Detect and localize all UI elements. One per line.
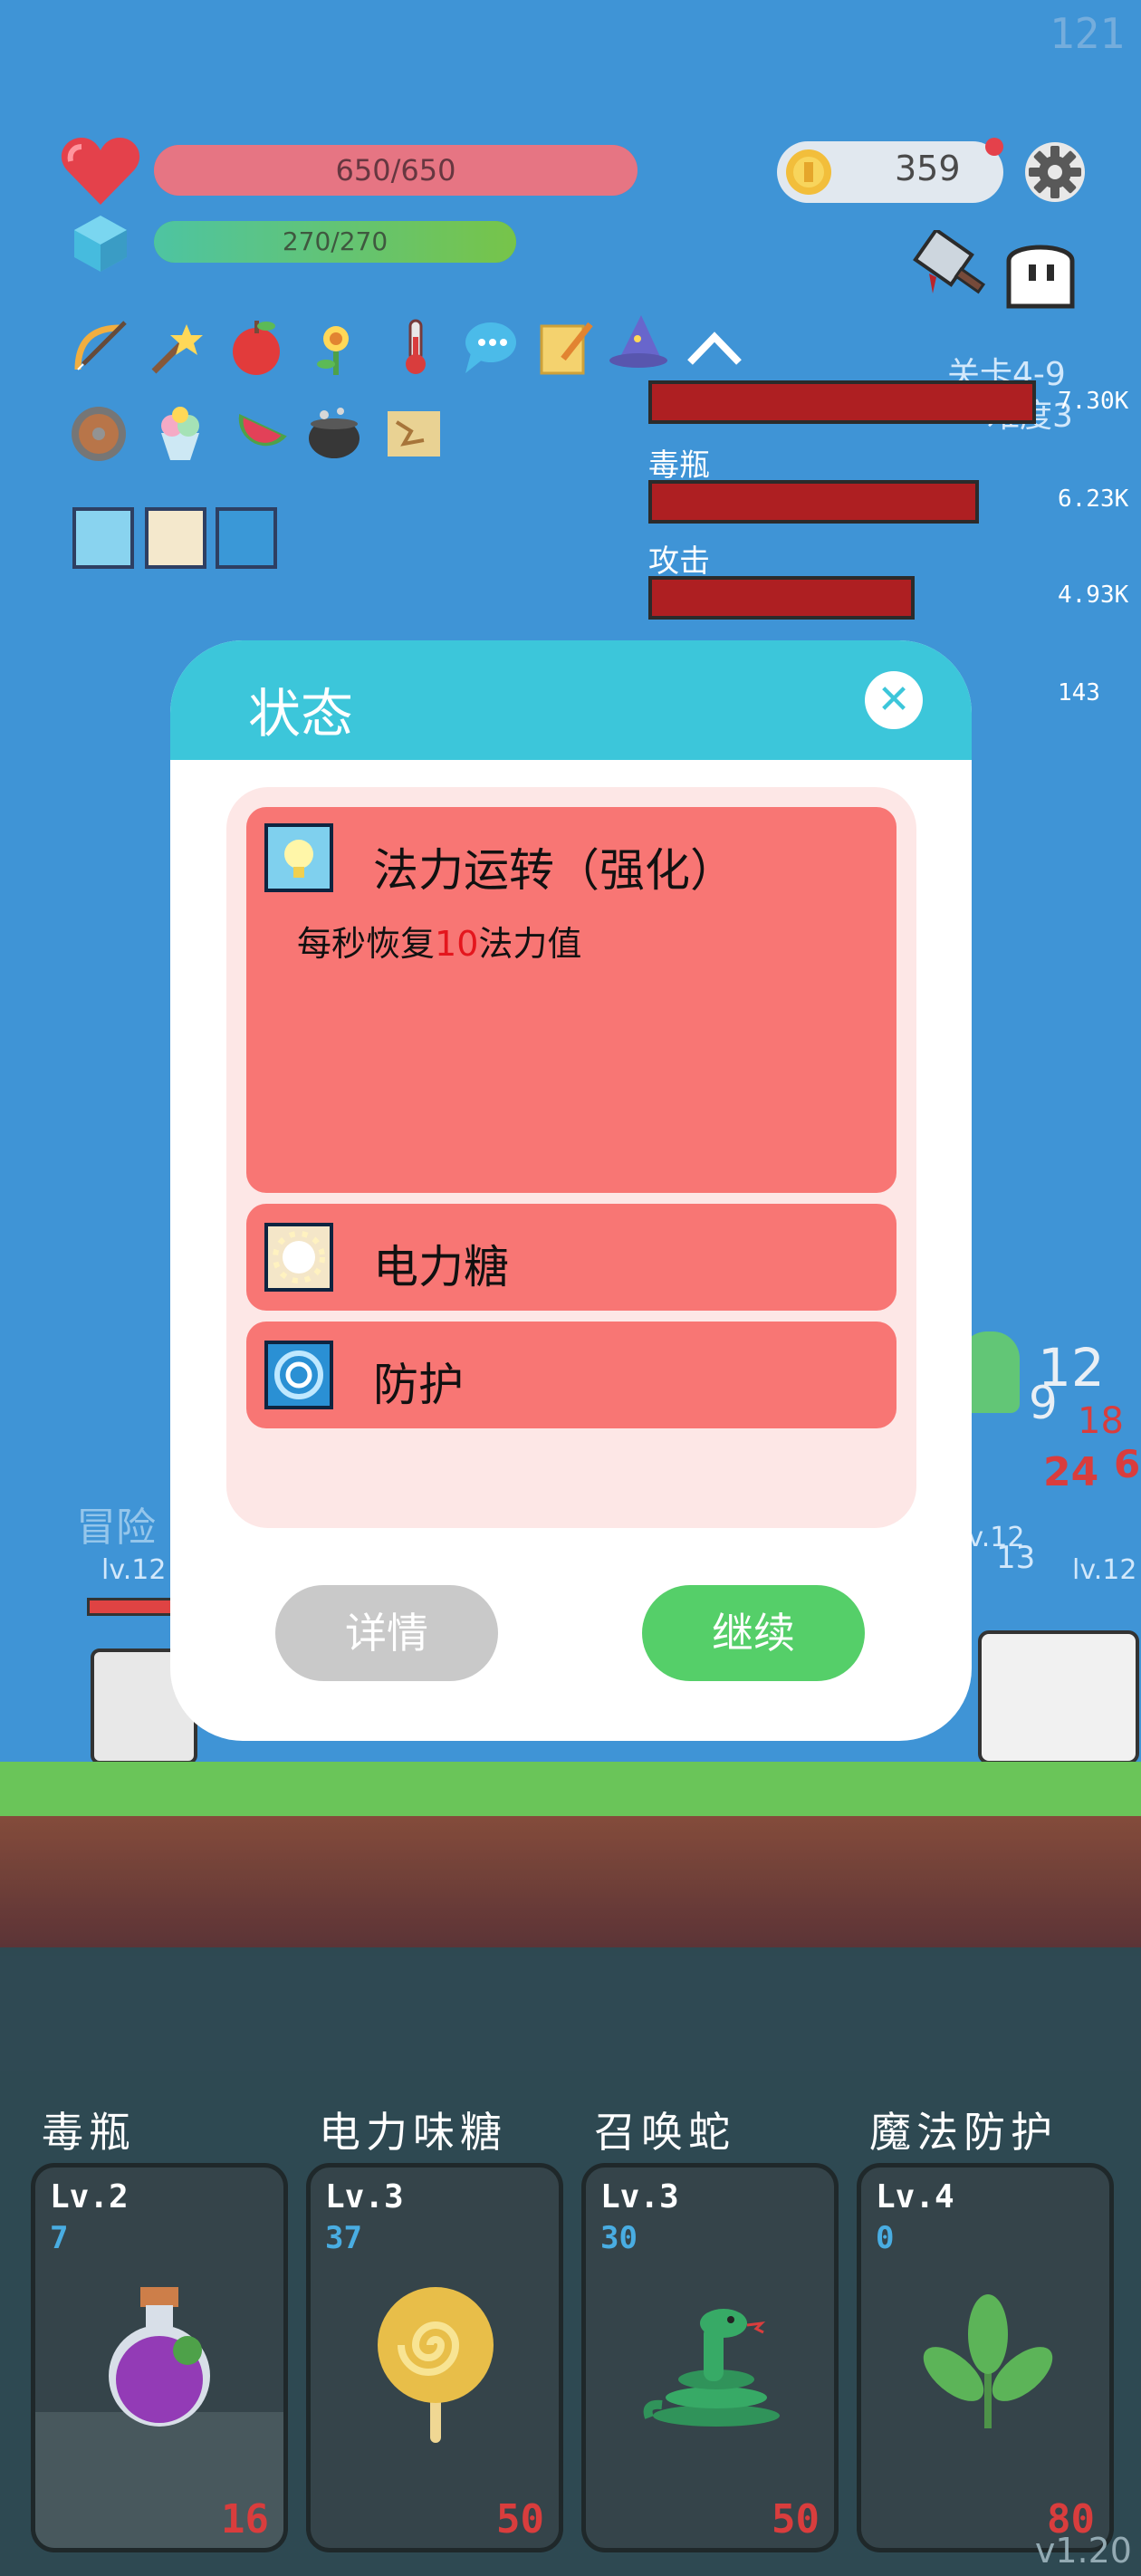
status-item-mana-flow[interactable]: 法力运转（强化） 每秒恢复10法力值	[246, 807, 896, 1193]
status-description: 每秒恢复10法力值	[297, 916, 581, 966]
dialog-header: 状态 ✕	[170, 640, 972, 760]
status-dialog: 状态 ✕ 法力运转（强化） 每秒恢复10法力值 电力糖 防护 详情 继续	[170, 640, 972, 1741]
status-name: 防护	[373, 1359, 464, 1411]
close-button[interactable]: ✕	[865, 671, 923, 729]
close-icon: ✕	[877, 677, 911, 723]
spark-icon	[264, 1223, 333, 1292]
status-name: 法力运转（强化）	[373, 844, 735, 897]
shield-swirl-icon	[264, 1341, 333, 1409]
desc-suffix: 法力值	[478, 924, 582, 964]
status-item-protection[interactable]: 防护	[246, 1322, 896, 1428]
dialog-title: 状态	[248, 683, 354, 745]
continue-button[interactable]: 继续	[642, 1585, 865, 1681]
status-list: 法力运转（强化） 每秒恢复10法力值 电力糖 防护	[226, 787, 916, 1528]
desc-value: 10	[435, 924, 479, 964]
bulb-icon	[264, 823, 333, 892]
status-name: 电力糖	[373, 1241, 509, 1293]
desc-prefix: 每秒恢复	[297, 924, 436, 964]
status-item-electric-candy[interactable]: 电力糖	[246, 1204, 896, 1311]
details-button[interactable]: 详情	[275, 1585, 498, 1681]
